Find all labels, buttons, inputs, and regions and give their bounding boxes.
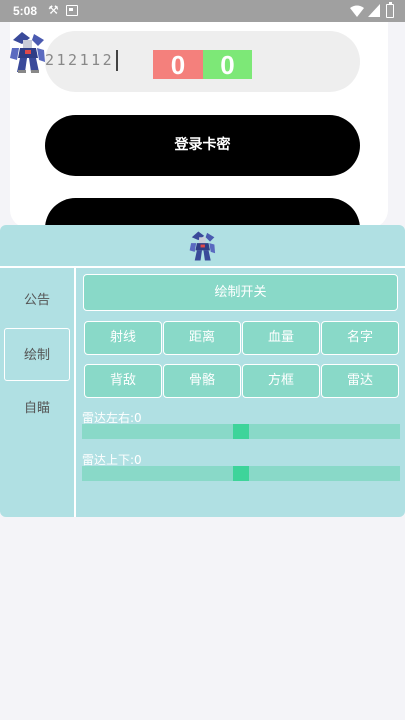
- draw-toggle-button[interactable]: 绘制开关: [83, 274, 398, 311]
- slider-thumb[interactable]: [233, 424, 249, 439]
- screenshot-icon: [66, 5, 78, 16]
- option-skeleton-button[interactable]: 骨骼: [163, 364, 241, 398]
- option-box-button[interactable]: 方框: [242, 364, 320, 398]
- battery-icon: [386, 1, 394, 18]
- menu-header[interactable]: [0, 225, 405, 266]
- mecha-robot-icon: [189, 231, 216, 261]
- radar-vertical-slider[interactable]: [82, 466, 400, 481]
- option-distance-button[interactable]: 距离: [163, 321, 241, 355]
- signal-icon: [368, 4, 380, 17]
- floating-menu: 公告 绘制 自瞄 绘制开关 射线 距离 血量 名字 背敌 骨骼 方框 雷达 雷达…: [0, 225, 405, 517]
- sidebar-divider: [74, 268, 76, 517]
- option-behind-enemy-button[interactable]: 背敌: [84, 364, 162, 398]
- notification-icon: ⚒: [48, 3, 59, 17]
- text-caret: [116, 50, 118, 71]
- tab-notice[interactable]: 公告: [4, 274, 70, 327]
- counter-red: 0: [153, 50, 203, 80]
- tab-draw[interactable]: 绘制: [4, 328, 70, 381]
- menu-divider: [0, 266, 405, 268]
- wifi-icon: [350, 5, 364, 17]
- option-health-button[interactable]: 血量: [242, 321, 320, 355]
- option-name-button[interactable]: 名字: [321, 321, 399, 355]
- status-time: 5:08: [13, 4, 38, 18]
- mecha-robot-icon: [10, 32, 45, 73]
- slider-thumb[interactable]: [233, 466, 249, 481]
- option-ray-button[interactable]: 射线: [84, 321, 162, 355]
- counter-green: 0: [203, 50, 252, 80]
- tab-aim[interactable]: 自瞄: [4, 382, 70, 435]
- status-bar: 5:08 ⚒: [0, 0, 405, 22]
- radar-horizontal-slider[interactable]: [82, 424, 400, 439]
- login-button[interactable]: 登录卡密: [45, 115, 360, 176]
- card-key-value: 212112: [45, 51, 115, 69]
- option-radar-button[interactable]: 雷达: [321, 364, 399, 398]
